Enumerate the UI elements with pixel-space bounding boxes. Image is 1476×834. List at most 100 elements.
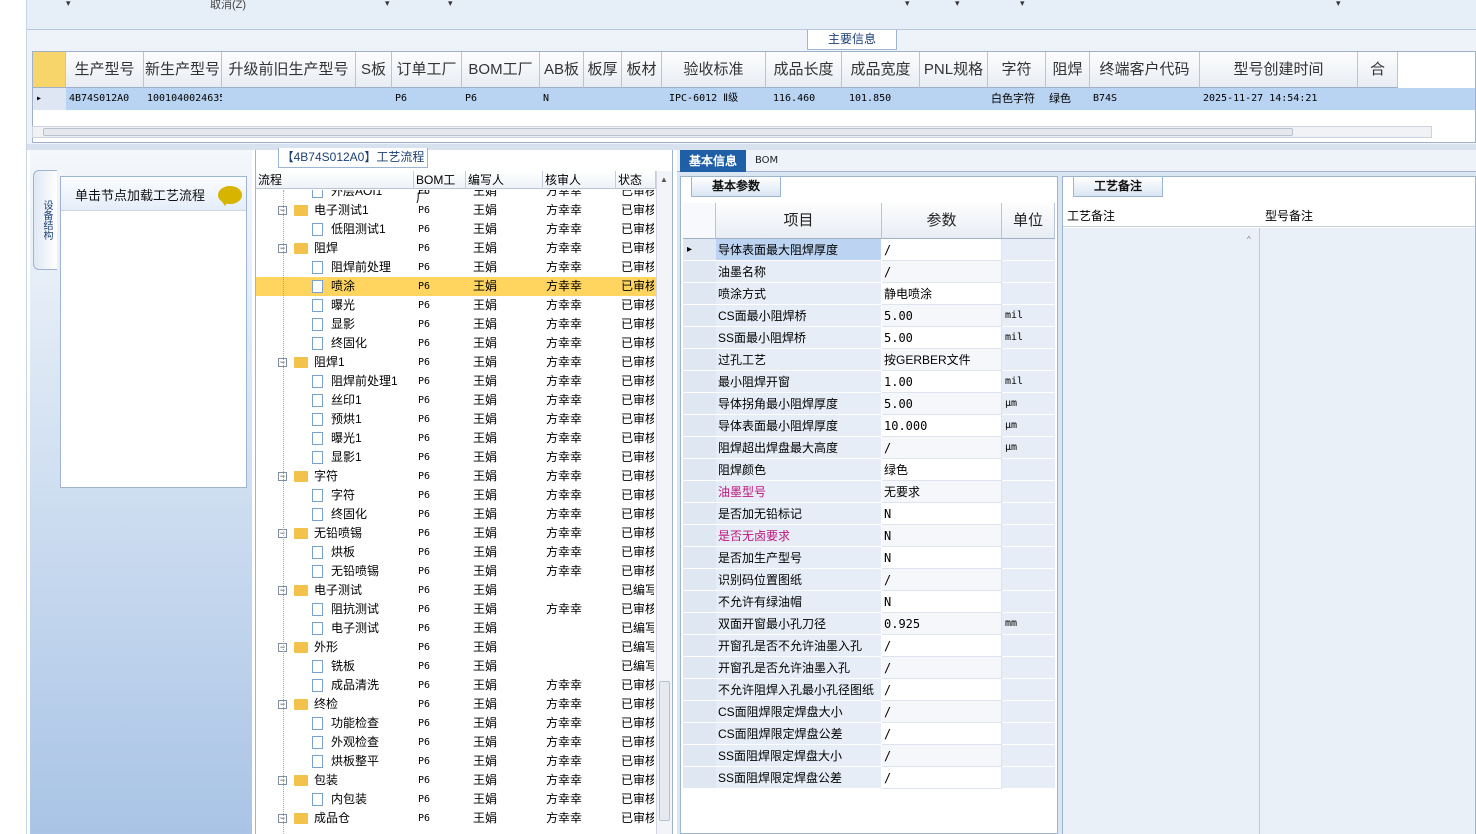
row-header[interactable]	[683, 283, 716, 305]
row-header[interactable]	[683, 437, 716, 459]
row-header[interactable]	[683, 701, 716, 723]
tree-row[interactable]: − 字符 P6 王娟 方幸幸 已审核	[256, 467, 656, 486]
params-row[interactable]: 开窗孔是否不允许油墨入孔 /	[683, 635, 1055, 657]
column-header[interactable]: BOM工厂	[462, 52, 540, 88]
params-row[interactable]: 双面开窗最小孔刀径 0.925 mm	[683, 613, 1055, 635]
tree-row[interactable]: 字符 P6 王娟 方幸幸 已审核	[256, 486, 656, 505]
column-header[interactable]: 合	[1358, 52, 1398, 88]
params-row[interactable]: CS面阻焊限定焊盘公差 /	[683, 723, 1055, 745]
column-header[interactable]: 型号创建时间	[1200, 52, 1358, 88]
row-header[interactable]	[683, 393, 716, 415]
row-header[interactable]	[683, 591, 716, 613]
params-row[interactable]: 油墨名称 /	[683, 261, 1055, 283]
scroll-up-icon[interactable]: ▲	[660, 175, 668, 184]
tree-row[interactable]: − 无铅喷锡 P6 王娟 方幸幸 已审核	[256, 524, 656, 543]
tree-row[interactable]: 功能检查 P6 王娟 方幸幸 已审核	[256, 714, 656, 733]
param-value[interactable]: N	[882, 547, 1002, 569]
tree-row[interactable]: 曝光1 P6 王娟 方幸幸 已审核	[256, 429, 656, 448]
dropdown-arrow-icon[interactable]: ▾	[1336, 0, 1341, 9]
param-value[interactable]: 静电喷涂	[882, 283, 1002, 305]
row-header[interactable]	[683, 635, 716, 657]
tree-col-status[interactable]: 状态	[616, 171, 656, 189]
column-header[interactable]: PNL规格	[920, 52, 988, 88]
param-value[interactable]: /	[882, 635, 1002, 657]
tree-row[interactable]: 烘板 P6 王娟 方幸幸 已审核	[256, 543, 656, 562]
row-header[interactable]	[683, 613, 716, 635]
params-row[interactable]: 是否加生产型号 N	[683, 547, 1055, 569]
column-header[interactable]: 升级前旧生产型号	[222, 52, 356, 88]
horizontal-scrollbar[interactable]	[32, 126, 1432, 138]
tree-row[interactable]: 丝印1 P6 王娟 方幸幸 已审核	[256, 391, 656, 410]
tab-basic-info[interactable]: 基本信息	[680, 150, 746, 172]
scrollbar-thumb[interactable]	[43, 128, 1293, 136]
params-col-item[interactable]: 项目	[716, 203, 882, 239]
tree-row[interactable]: 阻焊前处理 P6 王娟 方幸幸 已审核	[256, 258, 656, 277]
row-header[interactable]	[683, 261, 716, 283]
param-value[interactable]: /	[882, 701, 1002, 723]
tree-row[interactable]: 显影1 P6 王娟 方幸幸 已审核	[256, 448, 656, 467]
tree-row[interactable]: 烘板整平 P6 王娟 方幸幸 已审核	[256, 752, 656, 771]
tree-row[interactable]: 铣板 P6 王娟 已编写	[256, 657, 656, 676]
dropdown-arrow-icon[interactable]: ▾	[1020, 0, 1025, 9]
row-header[interactable]	[683, 481, 716, 503]
param-value[interactable]: 按GERBER文件	[882, 349, 1002, 371]
column-header[interactable]: 终端客户代码	[1090, 52, 1200, 88]
process-notes-tab[interactable]: 工艺备注	[1073, 177, 1163, 197]
tree-row[interactable]: 阻抗测试 P6 王娟 方幸幸 已审核	[256, 600, 656, 619]
param-value[interactable]: /	[882, 767, 1002, 789]
tree-row[interactable]: 终固化 P6 王娟 方幸幸 已审核	[256, 334, 656, 353]
param-value[interactable]: /	[882, 437, 1002, 459]
param-value[interactable]: /	[882, 569, 1002, 591]
column-header[interactable]: 订单工厂	[392, 52, 462, 88]
row-header[interactable]	[683, 679, 716, 701]
param-value[interactable]: /	[882, 723, 1002, 745]
column-header[interactable]: 成品长度	[766, 52, 842, 88]
tree-vertical-scrollbar[interactable]: ▲	[656, 171, 672, 834]
params-row[interactable]: 喷涂方式 静电喷涂	[683, 283, 1055, 305]
row-header[interactable]	[683, 745, 716, 767]
scrollbar-thumb[interactable]	[659, 681, 670, 821]
row-header[interactable]	[683, 547, 716, 569]
params-row[interactable]: 阻焊超出焊盘最大高度 / μm	[683, 437, 1055, 459]
basic-params-tab[interactable]: 基本参数	[691, 177, 781, 197]
params-row[interactable]: CS面最小阻焊桥 5.00 mil	[683, 305, 1055, 327]
params-row[interactable]: 是否加无铅标记 N	[683, 503, 1055, 525]
tree-row[interactable]: 电子测试 P6 王娟 已编写	[256, 619, 656, 638]
row-header[interactable]	[683, 657, 716, 679]
tree-col-bom[interactable]: BOM工厂	[414, 171, 466, 205]
params-row[interactable]: 开窗孔是否允许油墨入孔 /	[683, 657, 1055, 679]
column-header[interactable]: 板材	[622, 52, 662, 88]
params-row[interactable]: 是否无卤要求 N	[683, 525, 1055, 547]
tree-row[interactable]: 内包装 P6 王娟 方幸幸 已审核	[256, 790, 656, 809]
params-row[interactable]: 识别码位置图纸 /	[683, 569, 1055, 591]
param-value[interactable]: /	[882, 239, 1002, 261]
params-row[interactable]: SS面最小阻焊桥 5.00 mil	[683, 327, 1055, 349]
row-header[interactable]	[683, 415, 716, 437]
param-value[interactable]: 5.00	[882, 327, 1002, 349]
row-header[interactable]	[683, 569, 716, 591]
column-header[interactable]: 成品宽度	[842, 52, 920, 88]
column-header[interactable]: AB板	[540, 52, 584, 88]
params-row[interactable]: 导体拐角最小阻焊厚度 5.00 μm	[683, 393, 1055, 415]
column-header[interactable]: 生产型号	[66, 52, 144, 88]
tree-row[interactable]: 低阻测试1 P6 王娟 方幸幸 已审核	[256, 220, 656, 239]
row-header[interactable]	[683, 327, 716, 349]
column-header[interactable]: 新生产型号	[144, 52, 222, 88]
dropdown-arrow-icon[interactable]: ▾	[448, 0, 453, 9]
row-header[interactable]	[683, 525, 716, 547]
row-header[interactable]: ▸	[683, 239, 716, 261]
notes-col-process[interactable]: 工艺备注	[1067, 205, 1115, 227]
tree-col-flow[interactable]: 流程	[256, 171, 414, 189]
dropdown-arrow-icon[interactable]: ▾	[66, 0, 71, 9]
tree-row[interactable]: 终固化 P6 王娟 方幸幸 已审核	[256, 505, 656, 524]
row-header[interactable]	[683, 349, 716, 371]
process-notes-textarea[interactable]	[1063, 228, 1475, 834]
params-row[interactable]: 过孔工艺 按GERBER文件	[683, 349, 1055, 371]
cancel-button[interactable]: 取消(Z)	[210, 0, 246, 12]
column-header[interactable]: 板厚	[584, 52, 622, 88]
params-row[interactable]: SS面阻焊限定焊盘大小 /	[683, 745, 1055, 767]
params-col-unit[interactable]: 单位	[1002, 203, 1055, 239]
grid-corner[interactable]	[33, 52, 66, 88]
tree-row[interactable]: 无铅喷锡 P6 王娟 方幸幸 已审核	[256, 562, 656, 581]
tree-row[interactable]: − 阻焊1 P6 王娟 方幸幸 已审核	[256, 353, 656, 372]
